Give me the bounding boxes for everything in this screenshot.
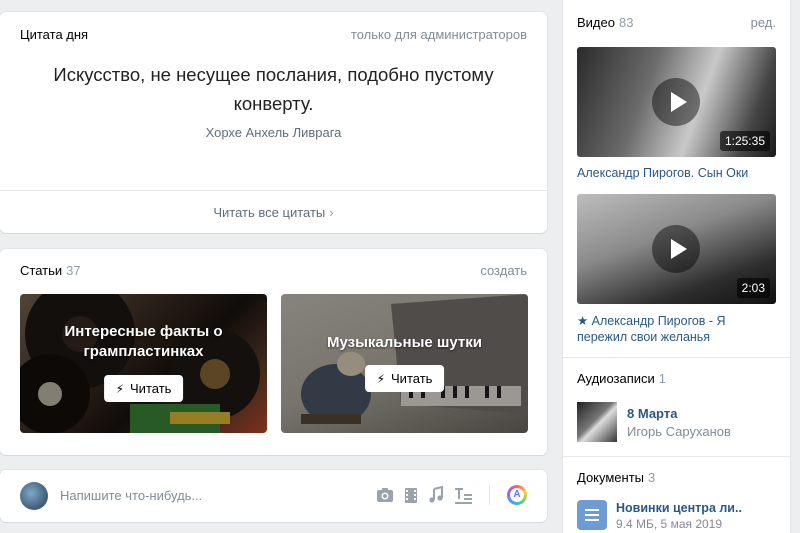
document-title[interactable]: Новинки центра ли.. — [616, 501, 742, 515]
divider — [489, 485, 490, 505]
album-cover[interactable] — [577, 402, 617, 442]
track-title[interactable]: 8 Марта — [627, 406, 677, 421]
video-title[interactable]: Александр Пирогов. Сын Оки — [577, 165, 776, 181]
videos-count: 83 — [618, 15, 634, 30]
audio-title[interactable]: Аудиозаписи — [577, 371, 655, 386]
audio-header: Аудиозаписи 1 — [577, 371, 776, 386]
read-article-button[interactable]: ⚡ Читать — [103, 375, 184, 402]
quote-header: Цитата дня только для администраторов — [20, 27, 527, 43]
video-duration: 1:25:35 — [719, 131, 770, 151]
quote-text: Искусство, не несущее послания, подобно … — [53, 64, 494, 114]
read-all-quotes-link[interactable]: Читать все цитаты › — [0, 205, 547, 220]
videos-title[interactable]: Видео — [577, 15, 615, 30]
quote-author: Хорхе Анхель Ливрага — [205, 125, 342, 140]
article-title: Интересные факты о грампластинках — [64, 323, 223, 360]
quote-title: Цитата дня — [20, 27, 89, 42]
article-card[interactable]: Музыкальные шутки ⚡ Читать — [281, 294, 528, 433]
post-input[interactable]: Напишите что-нибудь... — [60, 488, 202, 503]
edit-videos-link[interactable]: ред. — [751, 15, 776, 30]
divider — [563, 456, 790, 457]
video-duration: 2:03 — [736, 278, 770, 298]
read-button-label: Читать — [130, 381, 172, 396]
right-sidebar: Видео 83 ред. 1:25:35 Александр Пирогов. … — [563, 0, 790, 533]
divider — [563, 357, 790, 358]
document-meta: 9.4 МБ, 5 мая 2019 — [616, 517, 723, 531]
articles-count: 37 — [66, 263, 81, 278]
camera-icon[interactable] — [375, 485, 395, 505]
articles-title: Статьи — [20, 263, 63, 278]
create-article-link[interactable]: создать — [480, 263, 527, 278]
video-thumbnail[interactable]: 2:03 — [577, 194, 776, 304]
documents-title[interactable]: Документы — [577, 470, 644, 485]
chevron-right-icon: › — [329, 205, 334, 220]
text-format-icon[interactable] — [453, 485, 473, 505]
lightning-icon: ⚡ — [115, 382, 125, 396]
lightning-icon: ⚡ — [376, 372, 386, 386]
post-composer: Напишите что-нибудь... A — [0, 470, 547, 522]
documents-header: Документы 3 — [577, 470, 776, 485]
read-article-button[interactable]: ⚡ Читать — [364, 365, 445, 392]
music-icon[interactable] — [426, 485, 446, 505]
articles-header: Статьи 37 создать — [20, 263, 527, 279]
documents-count: 3 — [648, 470, 656, 485]
read-all-quotes-label: Читать все цитаты — [213, 205, 326, 220]
admin-only-note: только для администраторов — [350, 27, 527, 42]
play-icon[interactable] — [652, 78, 700, 126]
document-icon[interactable] — [577, 500, 607, 530]
divider — [0, 190, 547, 191]
videos-header: Видео 83 ред. — [577, 15, 776, 30]
articles-card: Статьи 37 создать Интересные факты о грам… — [0, 249, 547, 455]
article-card[interactable]: Интересные факты о грампластинках ⚡ Читат… — [20, 294, 267, 433]
article-title: Музыкальные шутки — [327, 334, 482, 351]
audio-count: 1 — [658, 371, 667, 386]
avatar[interactable] — [20, 482, 48, 510]
play-icon[interactable] — [652, 225, 700, 273]
video-icon[interactable] — [401, 485, 421, 505]
video-thumbnail[interactable]: 1:25:35 — [577, 47, 776, 157]
quote-card: Цитата дня только для администраторов Ис… — [0, 12, 547, 233]
ai-icon[interactable]: A — [507, 485, 527, 505]
video-title[interactable]: ★ Александр Пирогов - Я пережил свои жел… — [577, 313, 776, 345]
track-artist[interactable]: Игорь Саруханов — [627, 424, 731, 439]
read-button-label: Читать — [391, 371, 433, 386]
